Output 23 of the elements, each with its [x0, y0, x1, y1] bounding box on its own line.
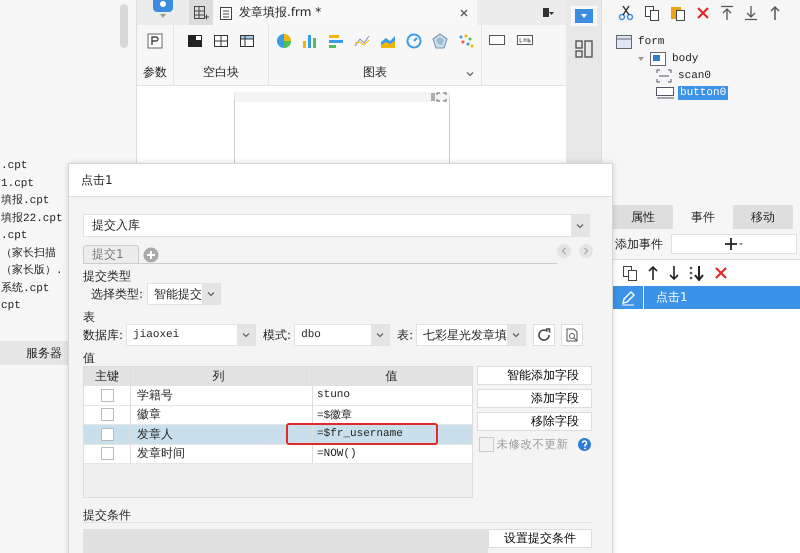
- table-cell: 学籍号: [137, 386, 173, 404]
- section-heading: 值: [83, 350, 96, 365]
- toolbar-group-label: 图表: [363, 64, 387, 81]
- field-label: 数据库:: [83, 326, 124, 344]
- table-cell: =$fr_username: [317, 428, 403, 440]
- add-event-label: 添加事件: [615, 236, 663, 252]
- field-label: 选择类型:: [91, 286, 144, 302]
- field-label: 表:: [397, 326, 414, 344]
- column-header: 值: [384, 368, 398, 385]
- field-label: 模式:: [263, 326, 292, 344]
- table-cell: =NOW(): [317, 448, 357, 460]
- checkbox-label: 未修改不更新: [496, 437, 569, 452]
- toolbar-group-label: 参数: [143, 64, 167, 81]
- section-heading: 表: [83, 309, 96, 324]
- section-heading: 提交条件: [83, 508, 131, 522]
- dialog-title: 点击1: [81, 172, 113, 188]
- table-cell: stuno: [317, 389, 350, 402]
- section-heading: 提交类型: [83, 268, 132, 283]
- toolbar-group-label: 空白块: [203, 64, 239, 81]
- table-cell: 发章人: [137, 426, 173, 443]
- table-cell: 徽章: [137, 406, 161, 424]
- table-cell-text: =$徽章: [317, 408, 352, 422]
- table-cell: 发章时间: [137, 445, 185, 462]
